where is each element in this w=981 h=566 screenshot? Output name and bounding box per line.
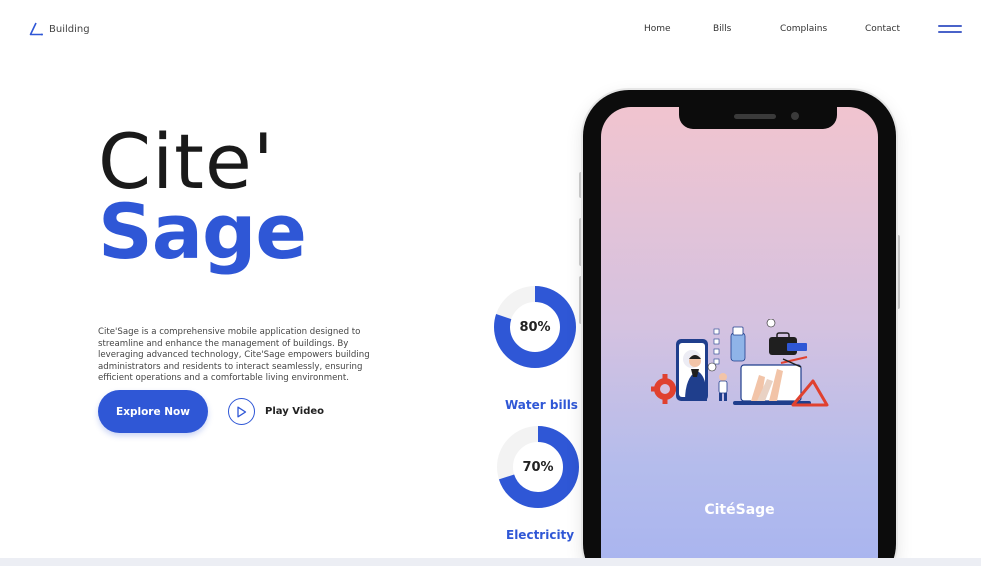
electricity-percent: 70% [522,459,554,475]
play-icon[interactable] [228,398,255,425]
phone-power-button [896,235,900,309]
building-management-illustration [651,319,829,407]
phone-notch [679,107,837,129]
phone-mockup: CitéSage [583,90,896,566]
camera-icon [791,112,799,120]
phone-app-name: CitéSage [704,502,775,518]
nav-contact[interactable]: Contact [865,24,900,34]
electricity-donut: 70% [496,425,580,509]
water-bills-percent: 80% [519,319,551,335]
play-video-label: Play Video [265,406,324,417]
phone-screen: CitéSage [601,107,878,566]
hamburger-menu-icon[interactable] [938,25,962,35]
bottom-scroll-strip [0,558,981,566]
electricity-label: Electricity [506,528,575,542]
speaker-grill [734,114,776,119]
water-bills-donut: 80% [493,285,577,369]
site-header: Building Home Bills Complains Contact [0,0,981,60]
play-video-button[interactable]: Play Video [228,398,324,425]
nav-complains[interactable]: Complains [780,24,827,34]
nav-home[interactable]: Home [644,24,671,34]
hero-description: Cite'Sage is a comprehensive mobile appl… [98,327,370,383]
triangle-logo-icon [29,22,43,36]
explore-now-button[interactable]: Explore Now [98,390,208,433]
nav-bills[interactable]: Bills [713,24,731,34]
hero-title-line2: Sage [98,187,307,276]
logo[interactable]: Building [29,22,90,36]
logo-text: Building [49,23,90,35]
water-bills-label: Water bills [505,398,578,412]
